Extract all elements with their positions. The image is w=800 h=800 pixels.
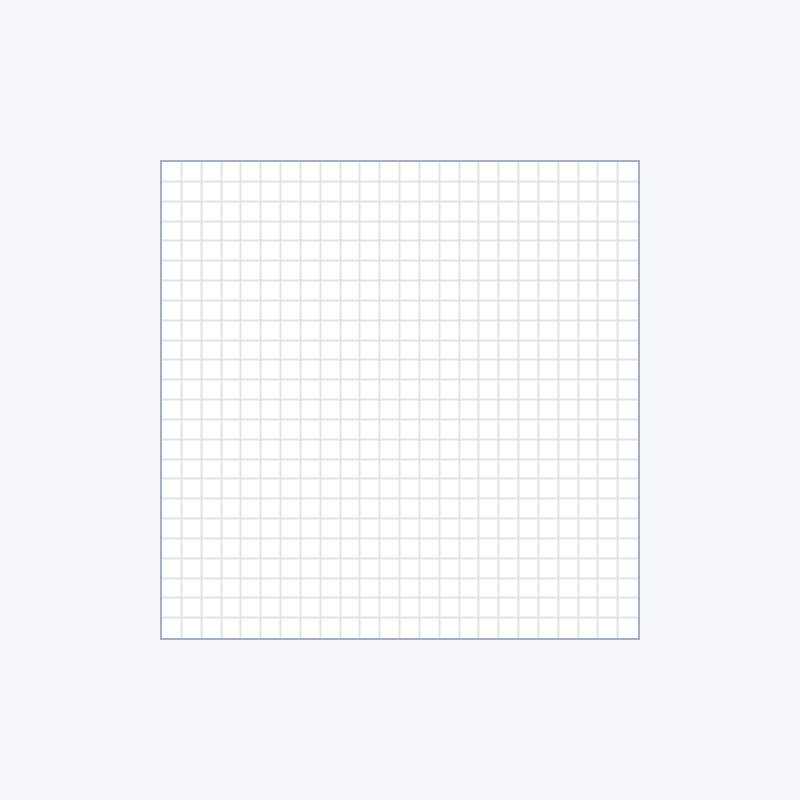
app-viewport: [0, 0, 800, 800]
grid-lines: [162, 162, 638, 638]
grid-canvas[interactable]: [160, 160, 640, 640]
